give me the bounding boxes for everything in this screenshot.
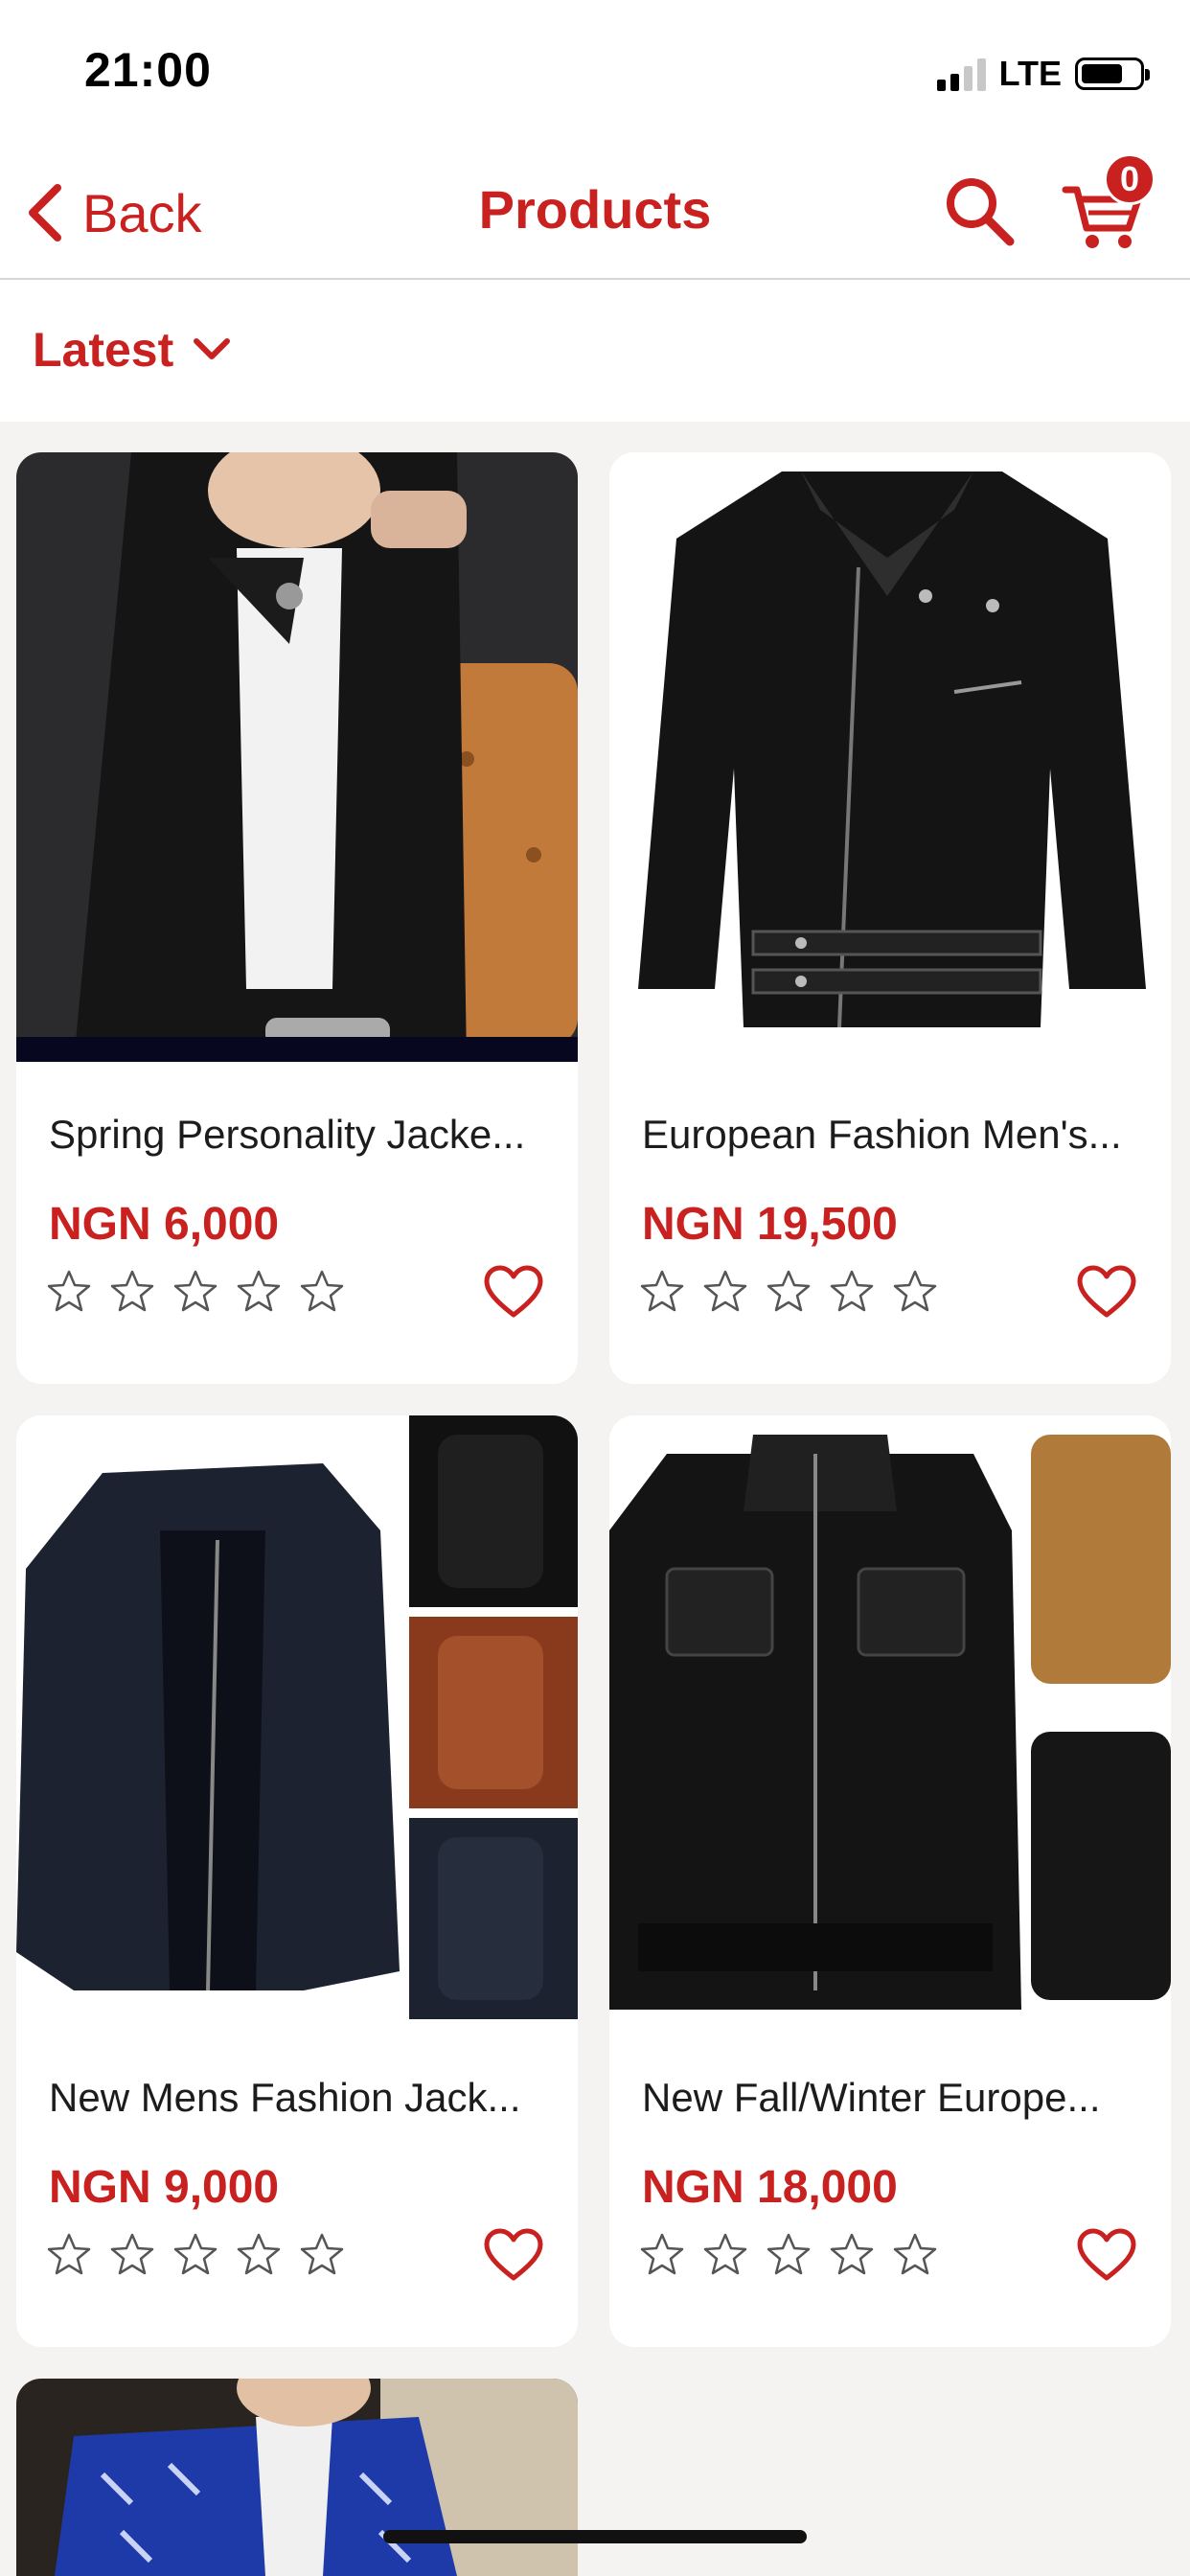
favorite-button[interactable]	[484, 2228, 543, 2282]
rating-stars[interactable]	[640, 1269, 937, 1313]
heart-outline-icon	[484, 2228, 543, 2281]
heart-outline-icon	[1077, 2228, 1136, 2281]
star-outline-icon[interactable]	[173, 2232, 217, 2276]
sort-selected-label: Latest	[33, 323, 174, 377]
product-price: NGN 18,000	[642, 2162, 898, 2213]
product-card[interactable]: Spring Personality Jacke... NGN 6,000	[16, 452, 578, 1384]
product-card[interactable]: New Mens Fashion Jack... NGN 9,000	[16, 1415, 578, 2347]
status-bar: 21:00 LTE	[0, 0, 1190, 144]
favorite-button[interactable]	[1077, 2228, 1136, 2282]
star-outline-icon[interactable]	[47, 1269, 91, 1313]
back-button[interactable]: Back	[23, 174, 202, 251]
heart-outline-icon	[484, 1265, 543, 1318]
rating-stars[interactable]	[47, 2232, 344, 2276]
product-price: NGN 19,500	[642, 1199, 898, 1250]
star-outline-icon[interactable]	[703, 1269, 747, 1313]
product-image	[16, 452, 578, 1062]
heart-outline-icon	[1077, 1265, 1136, 1318]
star-outline-icon[interactable]	[110, 1269, 154, 1313]
product-price: NGN 9,000	[49, 2162, 280, 2213]
star-outline-icon[interactable]	[893, 1269, 937, 1313]
network-label: LTE	[998, 54, 1062, 93]
product-price: NGN 6,000	[49, 1199, 280, 1250]
search-icon	[947, 178, 1015, 246]
rating-stars[interactable]	[47, 1269, 344, 1313]
back-label: Back	[82, 182, 202, 243]
star-outline-icon[interactable]	[110, 2232, 154, 2276]
product-card[interactable]: New Fall/Winter Europe... NGN 18,000	[609, 1415, 1171, 2347]
status-time: 21:00	[84, 43, 212, 97]
battery-icon	[1075, 58, 1150, 90]
star-outline-icon[interactable]	[893, 2232, 937, 2276]
navigation-bar: Back Products	[0, 144, 1190, 280]
star-outline-icon[interactable]	[237, 2232, 281, 2276]
star-outline-icon[interactable]	[47, 2232, 91, 2276]
product-image	[16, 1415, 578, 2025]
star-outline-icon[interactable]	[767, 1269, 811, 1313]
product-image	[609, 1415, 1171, 2025]
product-image	[16, 2379, 578, 2576]
home-indicator[interactable]	[383, 2530, 807, 2543]
star-outline-icon[interactable]	[640, 1269, 684, 1313]
product-card[interactable]	[16, 2379, 578, 2576]
product-image	[609, 452, 1171, 1062]
star-outline-icon[interactable]	[767, 2232, 811, 2276]
star-outline-icon[interactable]	[830, 2232, 874, 2276]
star-outline-icon[interactable]	[830, 1269, 874, 1313]
star-outline-icon[interactable]	[173, 1269, 217, 1313]
product-name: Spring Personality Jacke...	[49, 1112, 526, 1157]
star-outline-icon[interactable]	[640, 2232, 684, 2276]
product-name: European Fashion Men's...	[642, 1112, 1122, 1157]
cart-count-badge: 0	[1104, 153, 1156, 205]
product-card[interactable]: European Fashion Men's... NGN 19,500	[609, 452, 1171, 1384]
rating-stars[interactable]	[640, 2232, 937, 2276]
signal-icon	[936, 57, 986, 91]
chevron-left-icon	[29, 184, 61, 242]
star-outline-icon[interactable]	[237, 1269, 281, 1313]
favorite-button[interactable]	[1077, 1265, 1136, 1319]
favorite-button[interactable]	[484, 1265, 543, 1319]
chevron-down-icon	[194, 338, 231, 359]
sort-bar: Latest	[0, 280, 1190, 422]
search-button[interactable]	[941, 172, 1018, 249]
sort-dropdown[interactable]: Latest	[33, 322, 233, 378]
product-name: New Mens Fashion Jack...	[49, 2075, 521, 2120]
star-outline-icon[interactable]	[703, 2232, 747, 2276]
status-indicators: LTE	[936, 54, 1150, 94]
product-name: New Fall/Winter Europe...	[642, 2075, 1101, 2120]
star-outline-icon[interactable]	[300, 1269, 344, 1313]
star-outline-icon[interactable]	[300, 2232, 344, 2276]
